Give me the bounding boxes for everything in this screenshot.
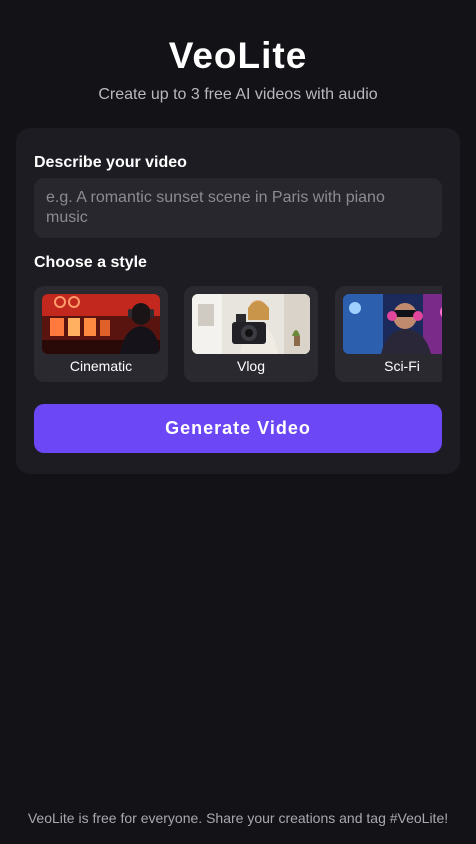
style-label-sci-fi: Sci-Fi [384,358,420,374]
sci-fi-thumbnail [343,294,442,354]
cinematic-thumbnail [42,294,160,354]
style-label-cinematic: Cinematic [69,358,133,374]
app-subtitle: Create up to 3 free AI videos with audio [98,86,378,103]
prompt-input[interactable] [34,178,442,238]
app-title: VeoLite [168,35,308,76]
header: VeoLite Create up to 3 free AI videos wi… [0,0,476,105]
style-label: Choose a style [34,254,147,271]
vlog-image [192,294,310,354]
style-option-vlog[interactable]: Vlog [184,286,318,382]
style-carousel[interactable]: Cinematic Vlog Sci-Fi [34,286,442,382]
vlog-thumbnail [192,294,310,354]
describe-label: Describe your video [34,154,187,171]
cinematic-image [42,294,160,354]
style-option-sci-fi[interactable]: Sci-Fi [335,286,442,382]
footer-text: VeoLite is free for everyone. Share your… [27,810,449,826]
style-label-vlog: Vlog [236,358,266,374]
page: VeoLite Create up to 3 free AI videos wi… [0,0,476,844]
create-video-card: Describe your video Choose a style [16,128,460,474]
sci-fi-image [343,294,442,354]
generate-video-button[interactable]: Generate Video [34,404,442,453]
style-row: Cinematic Vlog Sci-Fi [34,286,442,382]
style-option-cinematic[interactable]: Cinematic [34,286,168,382]
